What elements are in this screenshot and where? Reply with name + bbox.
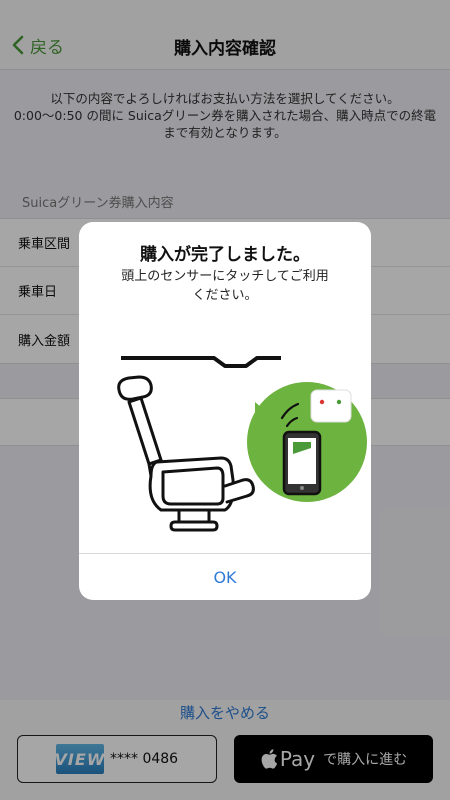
bottom-backdrop xyxy=(0,700,450,800)
ceiling-sensor xyxy=(121,356,281,368)
seat-sensor-illustration xyxy=(117,356,367,532)
sensor-device-icon xyxy=(310,389,352,423)
purchase-complete-dialog: 購入が完了しました。 頭上のセンサーにタッチしてご利用 ください。 OK xyxy=(79,222,371,600)
train-seat-icon xyxy=(117,375,255,532)
dialog-message-line-2: ください。 xyxy=(192,288,258,303)
ok-button[interactable]: OK xyxy=(79,554,371,600)
dialog-title: 購入が完了しました。 xyxy=(140,245,310,265)
dialog-message-line-1: 頭上のセンサーにタッチしてご利用 xyxy=(121,269,329,284)
dialog-message: 頭上のセンサーにタッチしてご利用 ください。 xyxy=(99,267,351,305)
smartphone-icon xyxy=(282,430,322,496)
